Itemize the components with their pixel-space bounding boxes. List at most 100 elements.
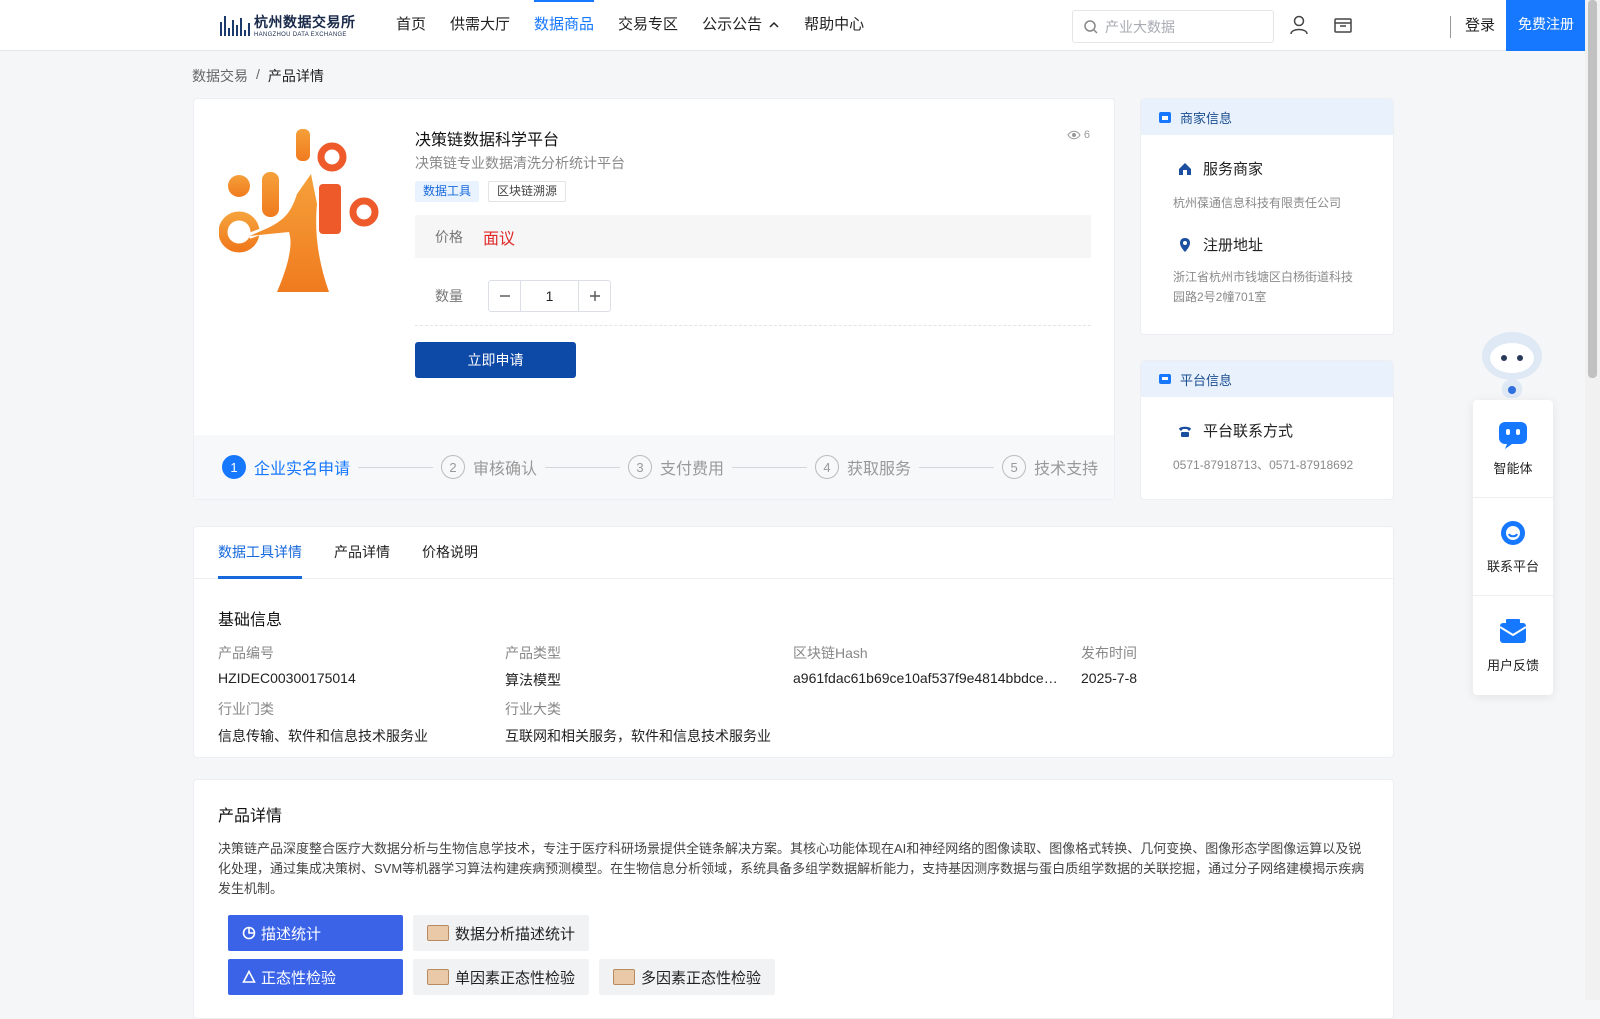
step-4: 4 获取服务 bbox=[815, 455, 911, 479]
sub-feature-label: 数据分析描述统计 bbox=[455, 925, 576, 943]
info-label: 区块链Hash bbox=[793, 645, 868, 661]
product-tags: 数据工具 区块链溯源 bbox=[415, 181, 567, 202]
nav-trading-zone[interactable]: 交易专区 bbox=[606, 0, 690, 50]
nav-supply-demand[interactable]: 供需大厅 bbox=[438, 0, 522, 50]
product-detail-card: 产品详情 决策链产品深度整合医疗大数据分析与生物信息学技术，专注于医疗科研场景提… bbox=[193, 779, 1394, 1019]
triangle-icon bbox=[242, 970, 256, 983]
page-scrollbar[interactable] bbox=[1585, 0, 1600, 1000]
tab-price-info[interactable]: 价格说明 bbox=[422, 527, 478, 578]
nav-home[interactable]: 首页 bbox=[384, 0, 438, 50]
platform-card: 平台信息 平台联系方式 0571-87918713、0571-87918692 bbox=[1140, 360, 1394, 500]
info-label: 行业大类 bbox=[505, 701, 561, 717]
main-nav: 首页 供需大厅 数据商品 交易专区 公示公告 帮助中心 bbox=[384, 0, 876, 50]
info-product-id: 产品编号 HZIDEC00300175014 bbox=[218, 643, 488, 686]
basic-info-title: 基础信息 bbox=[218, 612, 283, 629]
info-industry-major: 行业大类 互联网和相关服务，软件和信息技术服务业 bbox=[505, 699, 805, 746]
float-feedback[interactable]: 用户反馈 bbox=[1473, 596, 1553, 694]
tab-product-details[interactable]: 产品详情 bbox=[334, 527, 390, 578]
step-label: 审核确认 bbox=[473, 461, 538, 478]
home-icon bbox=[1179, 162, 1191, 175]
merchant-card-title: 商家信息 bbox=[1180, 110, 1233, 126]
register-button[interactable]: 免费注册 bbox=[1506, 0, 1586, 51]
sub-feature-item[interactable]: 数据分析描述统计 bbox=[413, 915, 590, 951]
nav-help[interactable]: 帮助中心 bbox=[792, 0, 876, 50]
search-box bbox=[1072, 10, 1274, 43]
robot-assistant-icon[interactable] bbox=[1474, 326, 1550, 402]
info-industry-category: 行业门类信息传输、软件和信息技术服务业 bbox=[218, 699, 488, 746]
step-connector bbox=[732, 466, 808, 468]
platform-contact-label: 平台联系方式 bbox=[1203, 423, 1294, 440]
quantity-stepper: 1 bbox=[488, 280, 611, 312]
chatbot-icon bbox=[1499, 422, 1527, 449]
view-count-value: 6 bbox=[1083, 129, 1090, 141]
logo-mark-icon bbox=[220, 16, 250, 36]
price-value: 面议 bbox=[483, 230, 516, 248]
decrement-button[interactable] bbox=[489, 281, 520, 311]
header-divider bbox=[1450, 16, 1451, 38]
apply-button[interactable]: 立即申请 bbox=[415, 342, 576, 378]
login-link[interactable]: 登录 bbox=[1465, 0, 1495, 51]
search-icon[interactable] bbox=[1083, 19, 1099, 35]
nav-announcements[interactable]: 公示公告 bbox=[690, 0, 792, 50]
product-logo-image bbox=[219, 129, 379, 292]
sub-feature-item[interactable]: 单因素正态性检验 bbox=[413, 959, 590, 995]
nav-announcements-label: 公示公告 bbox=[702, 16, 763, 33]
thumbnail-icon bbox=[427, 925, 449, 941]
user-icon[interactable] bbox=[1288, 14, 1310, 36]
info-label: 行业门类 bbox=[218, 701, 274, 717]
logo[interactable]: 杭州数据交易所 HANGZHOU DATA EXCHANGE bbox=[220, 11, 360, 41]
thumbnail-icon bbox=[613, 969, 636, 985]
feature-label: 正态性检验 bbox=[261, 969, 337, 987]
step-number: 5 bbox=[1002, 455, 1027, 479]
feedback-mail-icon bbox=[1499, 618, 1527, 643]
float-agent-label: 智能体 bbox=[1493, 461, 1533, 476]
step-connector bbox=[919, 466, 995, 468]
detail-tabs-card: 数据工具详情 产品详情 价格说明 基础信息 产品编号 HZIDEC00300175… bbox=[193, 526, 1394, 758]
search-input[interactable] bbox=[1105, 18, 1265, 35]
feature-normality-test[interactable]: 正态性检验 bbox=[228, 959, 403, 995]
float-agent[interactable]: 智能体 bbox=[1473, 400, 1553, 498]
info-value: a961fdac61b69ce10af537f9e4814bbdce0... bbox=[793, 670, 1063, 686]
feature-row: 描述统计 数据分析描述统计 bbox=[228, 915, 590, 951]
sub-feature-item[interactable]: 多因素正态性检验 bbox=[599, 959, 776, 995]
info-value: 算法模型 bbox=[505, 672, 561, 688]
quantity-label: 数量 bbox=[435, 288, 463, 304]
step-5: 5 技术支持 bbox=[1002, 455, 1098, 479]
tag-blockchain: 区块链溯源 bbox=[488, 181, 567, 202]
info-publish-date: 发布时间 2025-7-8 bbox=[1081, 643, 1351, 686]
top-header: 杭州数据交易所 HANGZHOU DATA EXCHANGE 首页 供需大厅 数… bbox=[0, 0, 1586, 51]
plus-icon bbox=[589, 291, 600, 301]
scrollbar-thumb[interactable] bbox=[1588, 0, 1597, 378]
address-label: 注册地址 bbox=[1203, 237, 1264, 254]
product-card: 决策链数据科学平台 决策链专业数据清洗分析统计平台 6 数据工具 区块链溯源 价… bbox=[193, 98, 1115, 500]
address-heading: 注册地址 bbox=[1141, 234, 1393, 255]
breadcrumb-separator: / bbox=[256, 66, 260, 82]
step-number: 1 bbox=[222, 455, 246, 479]
step-label: 获取服务 bbox=[847, 461, 912, 478]
registered-address: 浙江省杭州市钱塘区白杨街道科技园路2号2幢701室 bbox=[1173, 270, 1354, 304]
headset-icon bbox=[1501, 521, 1525, 545]
feature-descriptive-stats[interactable]: 描述统计 bbox=[228, 915, 403, 951]
step-number: 4 bbox=[815, 455, 840, 479]
step-number: 2 bbox=[441, 455, 466, 479]
product-title: 决策链数据科学平台 bbox=[415, 132, 560, 149]
minus-icon bbox=[499, 295, 510, 297]
platform-contact-heading: 平台联系方式 bbox=[1141, 420, 1393, 441]
step-connector bbox=[358, 466, 434, 468]
step-connector bbox=[545, 466, 621, 468]
product-detail-title: 产品详情 bbox=[218, 808, 283, 825]
service-merchant-label: 服务商家 bbox=[1203, 161, 1264, 178]
breadcrumb-parent[interactable]: 数据交易 bbox=[192, 66, 248, 86]
info-value: 信息传输、软件和信息技术服务业 bbox=[218, 728, 428, 744]
float-feedback-label: 用户反馈 bbox=[1486, 657, 1539, 673]
float-contact[interactable]: 联系平台 bbox=[1473, 498, 1553, 596]
quantity-input[interactable]: 1 bbox=[520, 281, 579, 311]
cart-icon[interactable] bbox=[1332, 14, 1354, 36]
product-description: 决策链产品深度整合医疗大数据分析与生物信息学技术，专注于医疗科研场景提供全链条解… bbox=[218, 841, 1365, 896]
tab-tool-details[interactable]: 数据工具详情 bbox=[218, 527, 302, 579]
info-blockchain-hash: 区块链Hash a961fdac61b69ce10af537f9e4814bbdc… bbox=[793, 643, 1063, 686]
step-2: 2 审核确认 bbox=[441, 455, 537, 479]
increment-button[interactable] bbox=[579, 281, 610, 311]
nav-data-products[interactable]: 数据商品 bbox=[522, 0, 606, 50]
merchant-name: 杭州葆通信息科技有限责任公司 bbox=[1173, 196, 1342, 210]
